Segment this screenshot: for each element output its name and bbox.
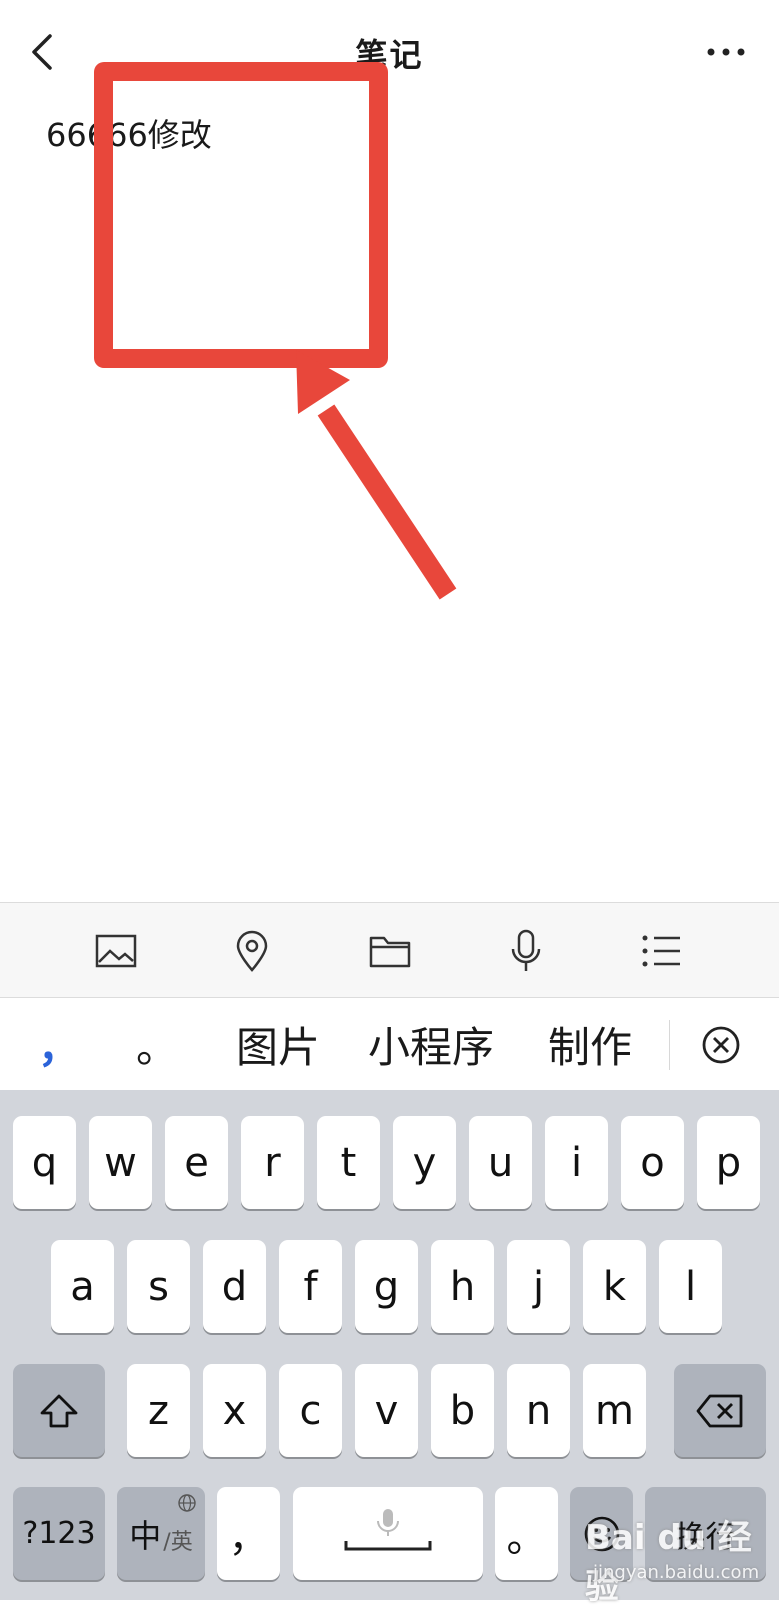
key-q[interactable]: q bbox=[13, 1116, 76, 1209]
shift-icon bbox=[40, 1394, 78, 1427]
insert-list-button[interactable] bbox=[632, 921, 692, 981]
lang-main-label: 中 bbox=[129, 1516, 162, 1555]
backspace-icon bbox=[696, 1394, 743, 1427]
insert-file-button[interactable] bbox=[360, 921, 420, 981]
watermark-url: jingyan.baidu.com bbox=[593, 1562, 760, 1583]
shift-key[interactable] bbox=[13, 1364, 105, 1457]
voice-input-button[interactable] bbox=[496, 921, 556, 981]
location-icon bbox=[236, 930, 268, 972]
key-w[interactable]: w bbox=[89, 1116, 152, 1209]
candidate-item[interactable]: ， bbox=[38, 1014, 80, 1075]
key-a[interactable]: a bbox=[51, 1240, 114, 1333]
key-m[interactable]: m bbox=[583, 1364, 646, 1457]
key-x[interactable]: x bbox=[203, 1364, 266, 1457]
globe-icon bbox=[178, 1494, 196, 1512]
key-c[interactable]: c bbox=[279, 1364, 342, 1457]
microphone-icon bbox=[344, 1508, 432, 1550]
insert-image-button[interactable] bbox=[86, 921, 146, 981]
key-b[interactable]: b bbox=[431, 1364, 494, 1457]
image-icon bbox=[95, 934, 137, 968]
annotation-arrow bbox=[296, 350, 457, 600]
microphone-icon bbox=[511, 929, 541, 971]
key-f[interactable]: f bbox=[279, 1240, 342, 1333]
key-s[interactable]: s bbox=[127, 1240, 190, 1333]
key-k[interactable]: k bbox=[583, 1240, 646, 1333]
candidate-item[interactable]: 小程序 bbox=[368, 1014, 494, 1075]
key-e[interactable]: e bbox=[165, 1116, 228, 1209]
space-key[interactable] bbox=[293, 1487, 483, 1580]
key-d[interactable]: d bbox=[203, 1240, 266, 1333]
lang-sub-label: /英 bbox=[163, 1529, 193, 1555]
key-j[interactable]: j bbox=[507, 1240, 570, 1333]
key-u[interactable]: u bbox=[469, 1116, 532, 1209]
key-r[interactable]: r bbox=[241, 1116, 304, 1209]
candidate-bar: ， 。 图片 小程序 制作 bbox=[0, 998, 779, 1090]
list-icon bbox=[642, 935, 680, 967]
candidate-item[interactable]: 图片 bbox=[236, 1014, 320, 1075]
watermark: Bai du 经验 jingyan.baidu.com bbox=[585, 1500, 775, 1607]
annotation-highlight-box bbox=[94, 62, 388, 368]
candidate-item[interactable]: 制作 bbox=[548, 1014, 632, 1075]
comma-key[interactable]: ， bbox=[217, 1487, 280, 1580]
more-horizontal-icon bbox=[707, 48, 745, 56]
key-h[interactable]: h bbox=[431, 1240, 494, 1333]
close-circle-icon bbox=[702, 1026, 740, 1064]
watermark-logo-text: Bai du 经验 bbox=[585, 1518, 752, 1607]
editor-toolbar bbox=[0, 902, 779, 998]
key-i[interactable]: i bbox=[545, 1116, 608, 1209]
folder-icon bbox=[369, 936, 411, 968]
candidate-item[interactable]: 。 bbox=[136, 1014, 178, 1075]
key-g[interactable]: g bbox=[355, 1240, 418, 1333]
more-button[interactable] bbox=[701, 34, 751, 70]
close-candidates-button[interactable] bbox=[696, 1020, 746, 1070]
key-t[interactable]: t bbox=[317, 1116, 380, 1209]
key-v[interactable]: v bbox=[355, 1364, 418, 1457]
key-o[interactable]: o bbox=[621, 1116, 684, 1209]
numbers-key[interactable]: ?123 bbox=[13, 1487, 105, 1580]
backspace-key[interactable] bbox=[674, 1364, 766, 1457]
period-key[interactable]: 。 bbox=[495, 1487, 558, 1580]
key-z[interactable]: z bbox=[127, 1364, 190, 1457]
key-n[interactable]: n bbox=[507, 1364, 570, 1457]
key-p[interactable]: p bbox=[697, 1116, 760, 1209]
insert-location-button[interactable] bbox=[222, 921, 282, 981]
key-l[interactable]: l bbox=[659, 1240, 722, 1333]
language-switch-key[interactable]: 中/英 bbox=[117, 1487, 205, 1580]
candidate-divider bbox=[669, 1020, 670, 1070]
key-y[interactable]: y bbox=[393, 1116, 456, 1209]
